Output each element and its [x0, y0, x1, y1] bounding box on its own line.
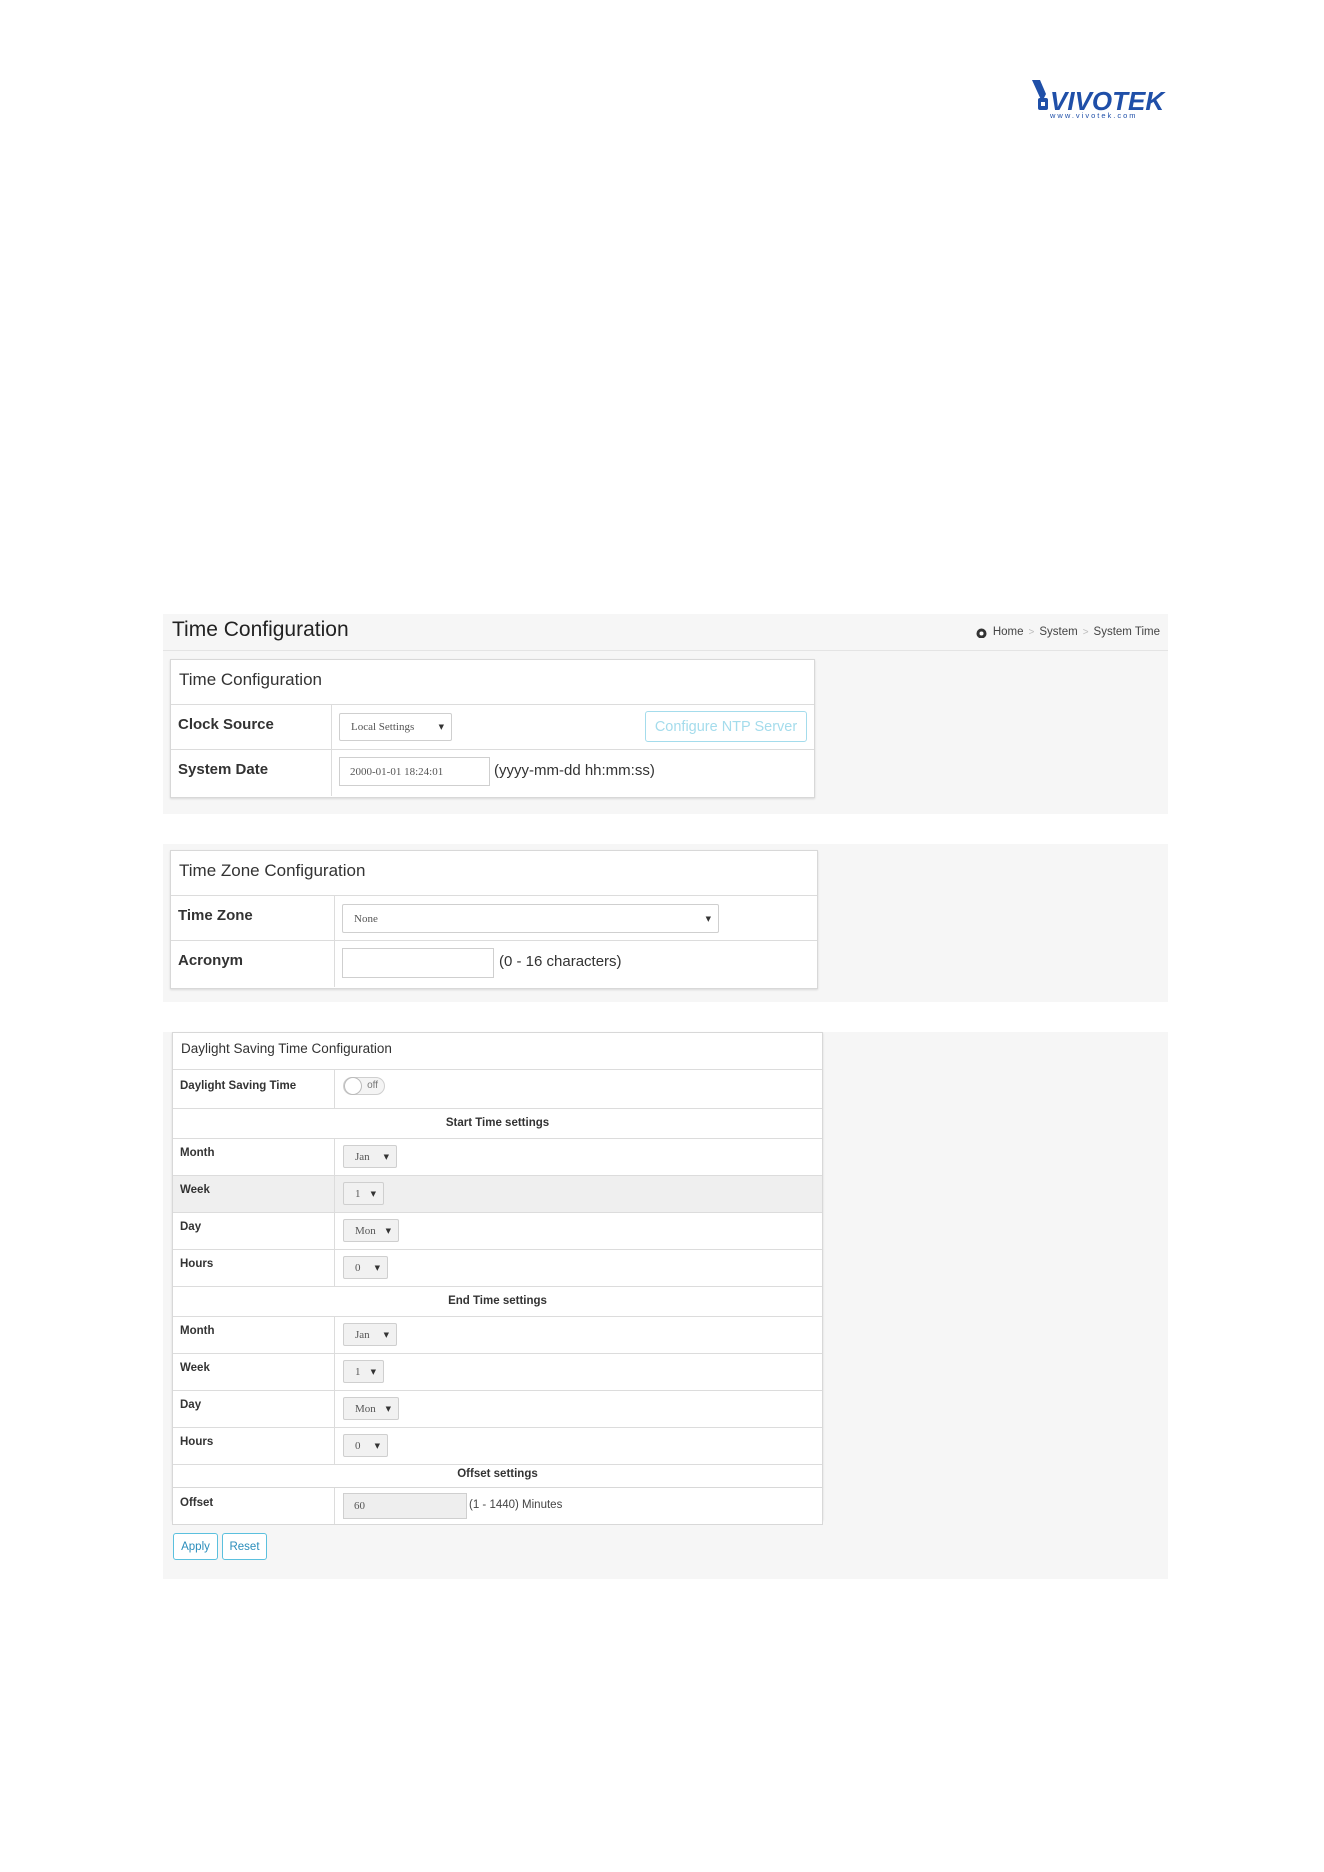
- breadcrumb-home[interactable]: Home: [993, 626, 1024, 638]
- acronym-hint: (0 - 16 characters): [499, 953, 622, 970]
- time-zone-value: None: [354, 912, 378, 925]
- start-week-row: Week 1 ▼: [173, 1175, 822, 1213]
- card-title: Daylight Saving Time Configuration: [181, 1041, 392, 1056]
- end-hours-label: Hours: [180, 1436, 214, 1448]
- breadcrumb: Home > System > System Time: [975, 626, 1160, 638]
- end-month-label: Month: [180, 1325, 215, 1337]
- caret-down-icon: ▼: [383, 1330, 389, 1339]
- start-day-select[interactable]: Mon ▼: [343, 1219, 399, 1242]
- card-title: Time Configuration: [179, 670, 322, 689]
- caret-down-icon: ▼: [374, 1441, 380, 1450]
- time-zone-card: Time Zone Configuration Time Zone None ▼…: [170, 850, 818, 989]
- card-title: Time Zone Configuration: [179, 861, 366, 880]
- start-month-label: Month: [180, 1147, 215, 1159]
- caret-down-icon: ▼: [370, 1367, 376, 1376]
- start-day-row: Day Mon ▼: [173, 1212, 822, 1250]
- offset-header: Offset settings: [457, 1468, 538, 1480]
- daylight-saving-panel: Daylight Saving Time Configuration Dayli…: [163, 1032, 1168, 1579]
- caret-down-icon: ▼: [383, 1152, 389, 1161]
- configure-ntp-server-button[interactable]: Configure NTP Server: [645, 711, 807, 742]
- vivotek-logo: VIVOTEK www.vivotek.com: [1030, 80, 1170, 120]
- start-hours-label: Hours: [180, 1258, 214, 1270]
- breadcrumb-system[interactable]: System: [1039, 626, 1077, 638]
- end-time-header-row: End Time settings: [173, 1286, 822, 1317]
- end-day-select[interactable]: Mon ▼: [343, 1397, 399, 1420]
- end-hours-value: 0: [355, 1439, 361, 1452]
- start-month-select[interactable]: Jan ▼: [343, 1145, 397, 1168]
- start-day-label: Day: [180, 1221, 202, 1233]
- end-month-value: Jan: [355, 1328, 370, 1341]
- start-hours-select[interactable]: 0 ▼: [343, 1256, 388, 1279]
- caret-down-icon: ▼: [438, 723, 444, 731]
- svg-text:www.vivotek.com: www.vivotek.com: [1049, 111, 1138, 120]
- dashboard-icon: [976, 628, 987, 638]
- time-configuration-panel: Time Configuration Home > System > Syste…: [163, 614, 1168, 814]
- breadcrumb-separator: >: [1028, 626, 1035, 638]
- toggle-state: off: [367, 1080, 378, 1091]
- end-day-row: Day Mon ▼: [173, 1390, 822, 1428]
- reset-button[interactable]: Reset: [222, 1533, 267, 1560]
- start-week-label: Week: [180, 1184, 210, 1196]
- caret-down-icon: ▼: [385, 1404, 391, 1413]
- apply-button[interactable]: Apply: [173, 1533, 218, 1560]
- clock-source-select[interactable]: Local Settings ▼: [339, 713, 452, 741]
- end-hours-select[interactable]: 0 ▼: [343, 1434, 388, 1457]
- dst-toggle-row: Daylight Saving Time off: [173, 1069, 822, 1109]
- dst-toggle[interactable]: off: [343, 1077, 385, 1095]
- system-date-format-hint: (yyyy-mm-dd hh:mm:ss): [494, 762, 655, 779]
- time-zone-select[interactable]: None ▼: [342, 904, 719, 933]
- end-week-row: Week 1 ▼: [173, 1353, 822, 1391]
- page-header: Time Configuration Home > System > Syste…: [163, 614, 1168, 651]
- clock-source-row: Clock Source Local Settings ▼ Configure …: [171, 704, 814, 750]
- caret-down-icon: ▼: [705, 914, 711, 923]
- time-configuration-card: Time Configuration Clock Source Local Se…: [170, 659, 815, 798]
- end-day-value: Mon: [355, 1402, 376, 1415]
- start-time-header: Start Time settings: [445, 1117, 550, 1129]
- end-hours-row: Hours 0 ▼: [173, 1427, 822, 1465]
- acronym-row: Acronym (0 - 16 characters): [171, 940, 817, 987]
- offset-card: Offset 60 (1 - 1440) Minutes: [172, 1487, 823, 1525]
- end-day-label: Day: [180, 1399, 202, 1411]
- start-hours-row: Hours 0 ▼: [173, 1249, 822, 1287]
- offset-label: Offset: [180, 1497, 214, 1509]
- end-week-label: Week: [180, 1362, 210, 1374]
- start-hours-value: 0: [355, 1261, 361, 1274]
- offset-hint: (1 - 1440) Minutes: [469, 1499, 563, 1511]
- dst-toggle-label: Daylight Saving Time: [180, 1080, 297, 1092]
- page-title: Time Configuration: [172, 618, 349, 641]
- end-time-header: End Time settings: [448, 1295, 547, 1307]
- start-month-value: Jan: [355, 1150, 370, 1163]
- system-date-row: System Date 2000-01-01 18:24:01 (yyyy-mm…: [171, 749, 814, 796]
- time-zone-panel: Time Zone Configuration Time Zone None ▼…: [163, 844, 1168, 1002]
- acronym-input[interactable]: [342, 948, 494, 978]
- end-month-row: Month Jan ▼: [173, 1316, 822, 1354]
- system-date-input[interactable]: 2000-01-01 18:24:01: [339, 757, 490, 786]
- start-week-value: 1: [355, 1187, 361, 1200]
- caret-down-icon: ▼: [374, 1263, 380, 1272]
- clock-source-value: Local Settings: [351, 721, 415, 733]
- daylight-saving-card: Daylight Saving Time Configuration Dayli…: [172, 1032, 823, 1520]
- time-zone-row: Time Zone None ▼: [171, 895, 817, 941]
- end-month-select[interactable]: Jan ▼: [343, 1323, 397, 1346]
- system-date-label: System Date: [178, 761, 269, 778]
- offset-header-row: Offset settings: [173, 1464, 822, 1485]
- toggle-knob: [344, 1077, 362, 1095]
- end-week-value: 1: [355, 1365, 361, 1378]
- offset-input[interactable]: 60: [343, 1493, 467, 1519]
- breadcrumb-separator: >: [1082, 626, 1089, 638]
- start-day-value: Mon: [355, 1224, 376, 1237]
- time-zone-label: Time Zone: [178, 907, 253, 924]
- start-month-row: Month Jan ▼: [173, 1138, 822, 1176]
- end-week-select[interactable]: 1 ▼: [343, 1360, 384, 1383]
- breadcrumb-system-time: System Time: [1093, 626, 1160, 638]
- caret-down-icon: ▼: [370, 1189, 376, 1198]
- acronym-label: Acronym: [178, 952, 244, 969]
- start-time-header-row: Start Time settings: [173, 1108, 822, 1139]
- caret-down-icon: ▼: [385, 1226, 391, 1235]
- start-week-select[interactable]: 1 ▼: [343, 1182, 384, 1205]
- clock-source-label: Clock Source: [178, 716, 274, 733]
